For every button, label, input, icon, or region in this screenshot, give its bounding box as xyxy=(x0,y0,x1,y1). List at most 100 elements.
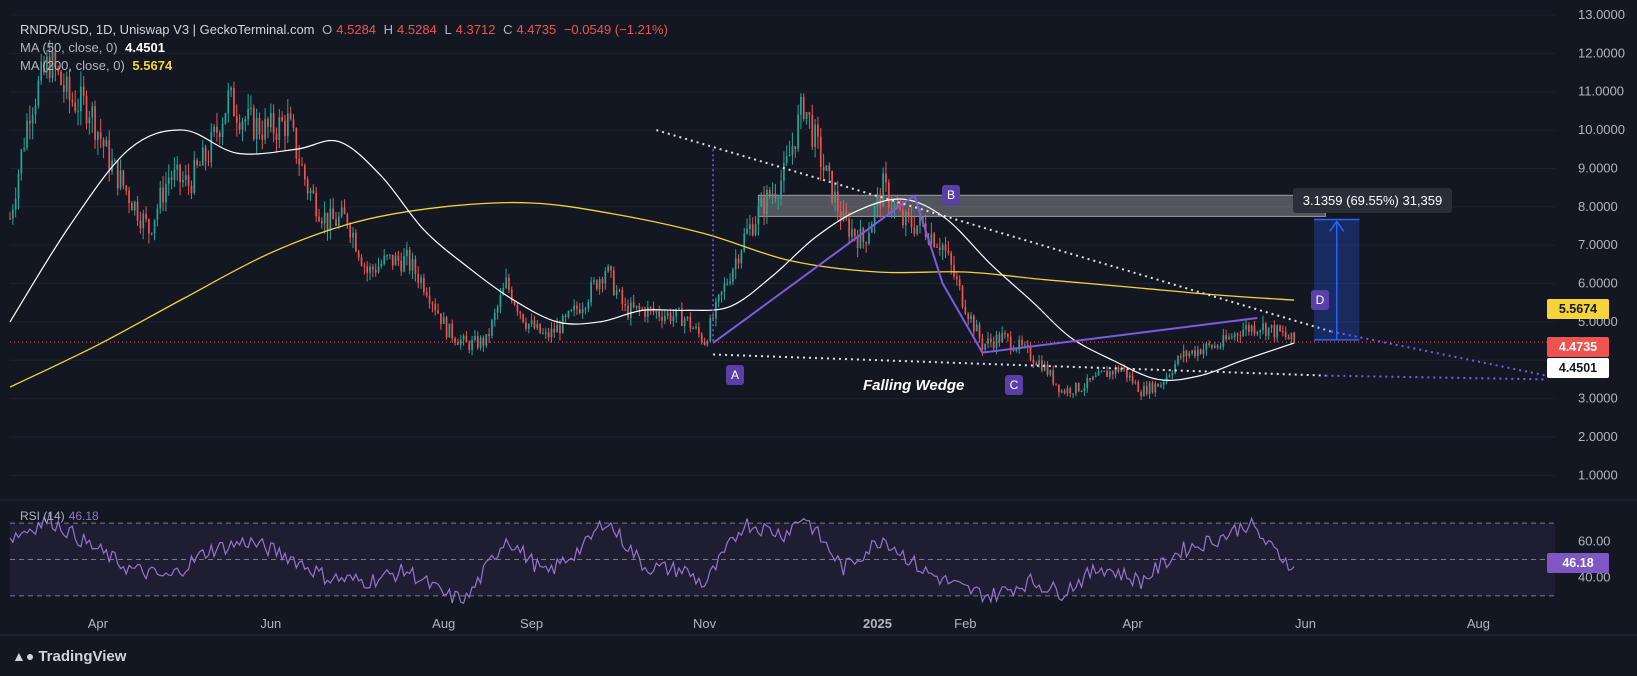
candle-body xyxy=(632,302,635,308)
candle-body xyxy=(1077,382,1080,392)
candle-body xyxy=(1245,325,1247,330)
point-c-label[interactable]: C xyxy=(1005,375,1023,395)
candle-body xyxy=(717,294,720,302)
candle-body xyxy=(269,113,272,128)
rsi-price-tag: 46.18 xyxy=(1547,553,1609,573)
candle-body xyxy=(357,251,360,258)
rsi-legend[interactable]: RSI (14) 46.18 xyxy=(20,509,99,523)
pattern-line-cd[interactable] xyxy=(982,317,1258,354)
candle-body xyxy=(536,323,539,329)
candle-body xyxy=(865,242,867,244)
candle-body xyxy=(252,107,255,140)
candle-body xyxy=(973,315,975,332)
pattern-line-bc[interactable] xyxy=(913,194,984,354)
pattern-line-ab[interactable] xyxy=(712,194,915,344)
candle-body xyxy=(377,266,380,273)
candle-body xyxy=(414,259,417,274)
candle-body xyxy=(442,317,445,324)
candle-body xyxy=(1160,384,1162,387)
candle-body xyxy=(970,315,972,320)
wedge-upper-trendline[interactable] xyxy=(656,129,1332,333)
candle-body xyxy=(488,334,490,336)
candle-body xyxy=(1038,360,1040,366)
candle-body xyxy=(1131,375,1134,383)
ma200-line[interactable] xyxy=(9,201,1295,388)
candle-body xyxy=(374,269,377,273)
candle-body xyxy=(1185,350,1188,357)
candle-body xyxy=(757,206,760,225)
candle-body xyxy=(822,167,825,171)
candle-body xyxy=(904,212,907,226)
candle-body xyxy=(227,90,230,114)
candle-body xyxy=(1052,370,1055,384)
chart-canvas[interactable]: 60.0040.00 13.000012.000011.000010.00009… xyxy=(0,0,1637,676)
candle-body xyxy=(1015,349,1018,351)
candle-body xyxy=(953,264,955,277)
candle-body xyxy=(1196,349,1199,357)
candle-body xyxy=(431,303,434,305)
candle-body xyxy=(224,113,227,124)
candle-body xyxy=(995,334,998,349)
candle-body xyxy=(638,305,641,309)
candle-body xyxy=(581,309,584,314)
y-tick-label: 8.0000 xyxy=(1578,199,1618,214)
ma50-line[interactable] xyxy=(9,129,1295,381)
candle-body xyxy=(530,320,533,324)
candle-body xyxy=(1029,346,1032,360)
ma200-legend[interactable]: MA (200, close, 0) 5.5674 xyxy=(20,58,176,73)
rsi-tick-label: 60.00 xyxy=(1578,533,1611,548)
y-tick-label: 6.0000 xyxy=(1578,276,1618,291)
candle-body xyxy=(74,102,77,112)
candle-body xyxy=(150,233,153,235)
candle-body xyxy=(627,305,629,318)
wedge-upper-extension xyxy=(1330,330,1547,377)
candle-body xyxy=(873,205,876,224)
candle-body xyxy=(612,270,615,296)
point-a-label[interactable]: A xyxy=(726,365,744,385)
candle-body xyxy=(210,131,213,162)
candle-body xyxy=(987,338,989,345)
candle-body xyxy=(621,290,624,305)
candle-body xyxy=(859,228,862,249)
last-price-tag: 4.4735 xyxy=(1547,337,1609,357)
x-tick-label: Jun xyxy=(1295,616,1316,631)
x-tick-label: Sep xyxy=(520,616,543,631)
candle-body xyxy=(199,165,201,167)
candle-body xyxy=(902,209,904,226)
candle-body xyxy=(692,328,695,330)
candle-body xyxy=(544,332,547,334)
candle-body xyxy=(595,280,598,290)
candle-body xyxy=(661,316,663,321)
wedge-lower-trendline[interactable] xyxy=(713,353,1326,377)
tradingview-brand[interactable]: ▲● TradingView xyxy=(12,648,126,665)
candle-body xyxy=(669,312,672,322)
candle-body xyxy=(845,211,848,219)
point-b-label[interactable]: B xyxy=(942,185,960,205)
y-tick-label: 12.0000 xyxy=(1578,45,1625,60)
candle-body xyxy=(68,76,71,100)
candle-body xyxy=(420,277,422,283)
candle-body xyxy=(315,192,318,217)
candle-body xyxy=(403,255,405,272)
candle-body xyxy=(37,80,40,106)
candle-body xyxy=(1157,383,1159,387)
candle-body xyxy=(734,258,737,270)
candle-body xyxy=(785,156,788,163)
candle-body xyxy=(749,224,751,229)
point-d-label[interactable]: D xyxy=(1311,290,1329,310)
ma50-label: MA (50, close, 0) xyxy=(20,40,118,55)
candle-body xyxy=(649,307,652,309)
change-value: −0.0549 (−1.21%) xyxy=(563,22,668,37)
candle-body xyxy=(397,255,400,261)
candle-body xyxy=(1205,343,1208,350)
candle-body xyxy=(275,133,278,140)
candle-body xyxy=(233,87,235,117)
candle-body xyxy=(655,311,658,313)
measure-label[interactable]: 3.1359 (69.55%) 31,359 xyxy=(1293,188,1452,213)
candle-body xyxy=(337,216,340,226)
candle-body xyxy=(60,71,62,85)
candle-body xyxy=(1143,385,1145,397)
candle-body xyxy=(533,320,536,329)
candle-body xyxy=(629,302,632,318)
ma50-legend[interactable]: MA (50, close, 0) 4.4501 xyxy=(20,40,169,55)
